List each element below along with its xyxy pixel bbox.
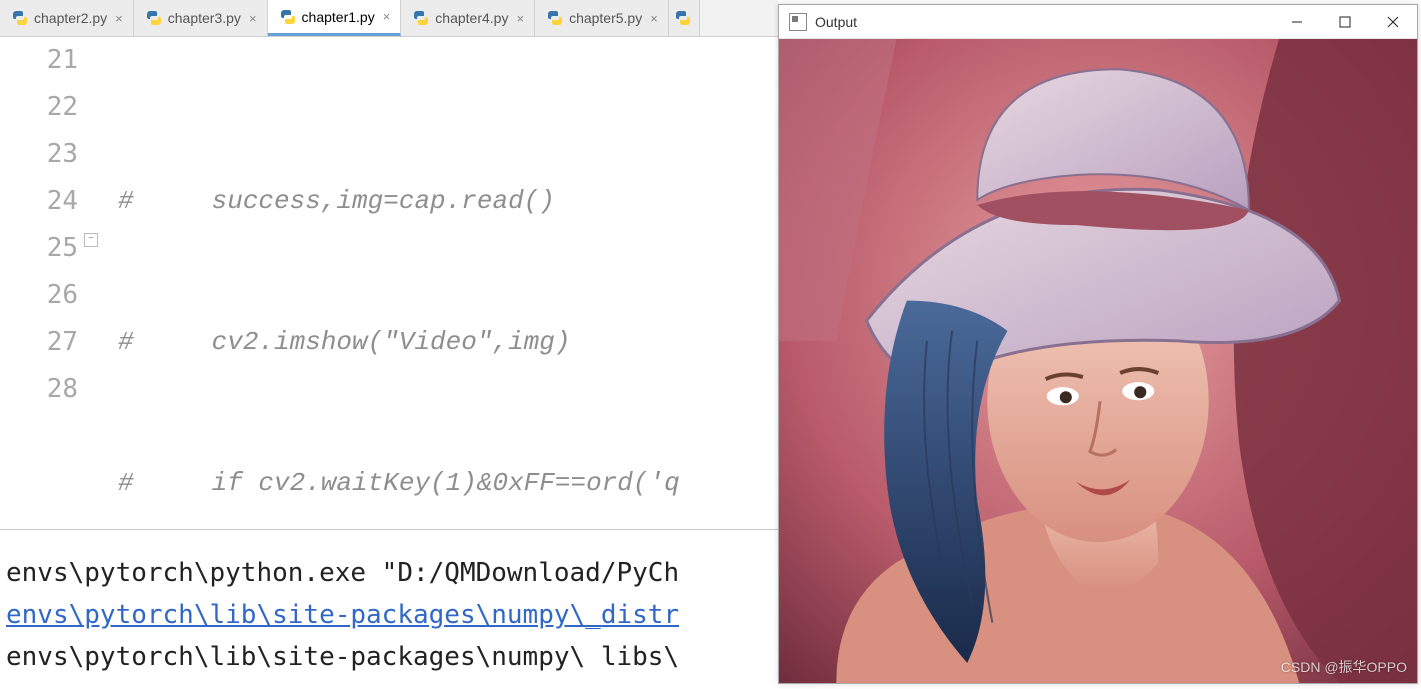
opencv-output-window[interactable]: Output (778, 4, 1418, 684)
python-file-icon (413, 10, 429, 26)
watermark-text: CSDN @振华OPPO (1281, 657, 1407, 677)
python-file-icon (280, 9, 296, 25)
python-file-icon (547, 10, 563, 26)
line-number: 21 (0, 37, 78, 84)
python-file-icon (146, 10, 162, 26)
code-editor[interactable]: 21 22 23 24 25 26 27 28 − # success,img=… (0, 37, 778, 529)
tab-label: chapter5.py (569, 10, 642, 26)
tab-chapter2[interactable]: chapter2.py × (0, 0, 134, 36)
code-comment: # cv2.imshow("Video",img) (118, 327, 570, 357)
window-titlebar[interactable]: Output (779, 5, 1417, 39)
tab-label: chapter4.py (435, 10, 508, 26)
run-console[interactable]: envs\pytorch\python.exe "D:/QMDownload/P… (0, 529, 778, 689)
tab-label: chapter2.py (34, 10, 107, 26)
close-icon[interactable]: × (514, 11, 526, 26)
console-link[interactable]: envs\pytorch\lib\site-packages\numpy\_di… (6, 594, 772, 636)
tab-chapter4[interactable]: chapter4.py × (401, 0, 535, 36)
code-comment: # success,img=cap.read() (118, 186, 555, 216)
line-number: 26 (0, 272, 78, 319)
window-title: Output (815, 14, 1273, 30)
python-file-icon (675, 10, 691, 26)
fold-toggle-icon[interactable]: − (84, 233, 98, 247)
editor-tabs: chapter2.py × chapter3.py × chapter1.py … (0, 0, 778, 37)
tab-label: chapter1.py (302, 9, 375, 25)
ide-editor-area: chapter2.py × chapter3.py × chapter1.py … (0, 0, 778, 689)
line-number: 24 (0, 178, 78, 225)
maximize-button[interactable] (1321, 5, 1369, 39)
lena-image (779, 39, 1417, 683)
line-number: 28 (0, 366, 78, 413)
tab-chapter5[interactable]: chapter5.py × (535, 0, 669, 36)
code-content[interactable]: − # success,img=cap.read() # cv2.imshow(… (100, 37, 778, 529)
close-icon[interactable]: × (113, 11, 125, 26)
tab-overflow[interactable] (669, 0, 700, 36)
line-number: 25 (0, 225, 78, 272)
line-number: 22 (0, 84, 78, 131)
close-icon[interactable]: × (648, 11, 660, 26)
line-number: 23 (0, 131, 78, 178)
close-icon[interactable]: × (381, 9, 393, 24)
line-number-gutter: 21 22 23 24 25 26 27 28 (0, 37, 100, 529)
close-icon[interactable]: × (247, 11, 259, 26)
tab-label: chapter3.py (168, 10, 241, 26)
window-app-icon (789, 13, 807, 31)
tab-chapter1[interactable]: chapter1.py × (268, 0, 402, 36)
code-comment: # if cv2.waitKey(1)&0xFF==ord('q (118, 468, 680, 498)
image-viewport: CSDN @振华OPPO (779, 39, 1417, 683)
minimize-button[interactable] (1273, 5, 1321, 39)
tab-chapter3[interactable]: chapter3.py × (134, 0, 268, 36)
close-button[interactable] (1369, 5, 1417, 39)
python-file-icon (12, 10, 28, 26)
line-number: 27 (0, 319, 78, 366)
console-line: envs\pytorch\python.exe "D:/QMDownload/P… (6, 552, 772, 594)
console-line: envs\pytorch\lib\site-packages\numpy\ li… (6, 636, 772, 678)
